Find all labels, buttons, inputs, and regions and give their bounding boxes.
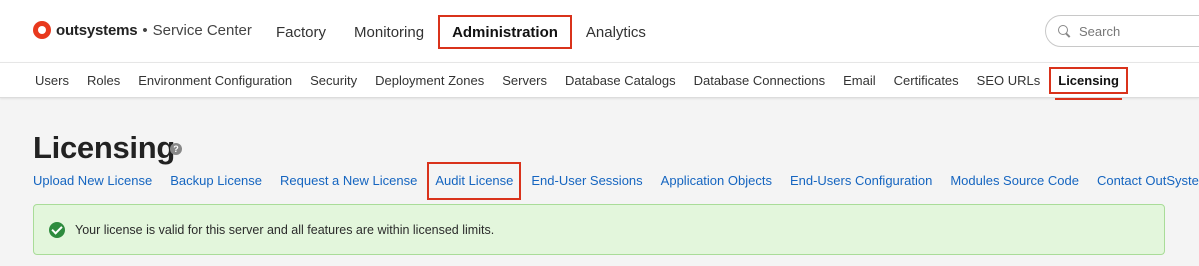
- logo[interactable]: outsystems • Service Center: [33, 21, 252, 39]
- action-upload-new-license[interactable]: Upload New License: [25, 162, 160, 200]
- license-status-alert: Your license is valid for this server an…: [33, 204, 1165, 255]
- active-subnav-underline: [1055, 98, 1122, 100]
- action-end-users-configuration[interactable]: End-Users Configuration: [782, 162, 940, 200]
- check-circle-icon: [49, 221, 65, 238]
- main-nav-analytics[interactable]: Analytics: [572, 15, 660, 49]
- subnav-licensing[interactable]: Licensing: [1049, 67, 1128, 94]
- search-icon: [1058, 24, 1071, 38]
- subnav-security[interactable]: Security: [301, 67, 366, 94]
- main-nav-administration[interactable]: Administration: [438, 15, 572, 49]
- subnav-seo-urls[interactable]: SEO URLs: [968, 67, 1050, 94]
- subnav-users[interactable]: Users: [26, 67, 78, 94]
- main-nav: Factory Monitoring Administration Analyt…: [262, 15, 660, 49]
- logo-separator: •: [142, 21, 148, 39]
- subnav-deployment-zones[interactable]: Deployment Zones: [366, 67, 493, 94]
- main-nav-monitoring[interactable]: Monitoring: [340, 15, 438, 49]
- subnav-email[interactable]: Email: [834, 67, 885, 94]
- subnav-database-connections[interactable]: Database Connections: [685, 67, 835, 94]
- action-contact-outsystems[interactable]: Contact OutSystems: [1089, 162, 1199, 200]
- alert-message: Your license is valid for this server an…: [75, 222, 495, 237]
- sub-nav: Users Roles Environment Configuration Se…: [0, 62, 1199, 98]
- subnav-roles[interactable]: Roles: [78, 67, 129, 94]
- action-modules-source-code[interactable]: Modules Source Code: [942, 162, 1087, 200]
- action-backup-license[interactable]: Backup License: [162, 162, 270, 200]
- subnav-environment-configuration[interactable]: Environment Configuration: [129, 67, 301, 94]
- search-input[interactable]: [1079, 23, 1199, 39]
- page-actions: Upload New License Backup License Reques…: [25, 162, 1199, 200]
- action-application-objects[interactable]: Application Objects: [653, 162, 780, 200]
- action-request-new-license[interactable]: Request a New License: [272, 162, 425, 200]
- action-end-user-sessions[interactable]: End-User Sessions: [523, 162, 650, 200]
- subnav-servers[interactable]: Servers: [493, 67, 556, 94]
- logo-product: Service Center: [152, 21, 252, 39]
- help-icon[interactable]: ?: [170, 143, 182, 155]
- top-bar: outsystems • Service Center Factory Moni…: [0, 0, 1199, 62]
- search-box[interactable]: [1045, 15, 1199, 47]
- page-title: Licensing: [33, 130, 175, 165]
- subnav-certificates[interactable]: Certificates: [885, 67, 968, 94]
- action-audit-license[interactable]: Audit License: [427, 162, 522, 200]
- logo-brand: outsystems: [56, 21, 138, 39]
- subnav-database-catalogs[interactable]: Database Catalogs: [556, 67, 685, 94]
- main-nav-factory[interactable]: Factory: [262, 15, 340, 49]
- outsystems-logo-icon: [33, 21, 51, 39]
